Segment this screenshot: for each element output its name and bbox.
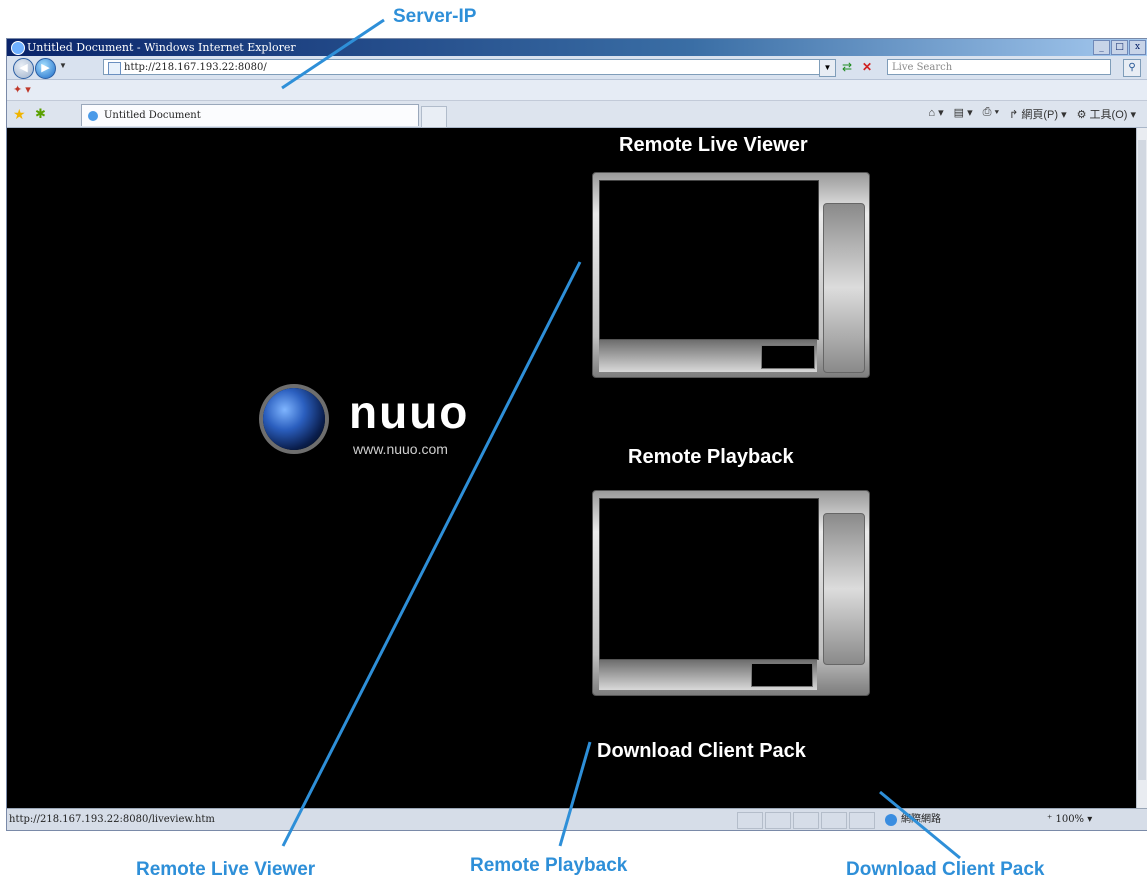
browser-window: Untitled Document - Windows Internet Exp…	[6, 38, 1147, 831]
search-icon[interactable]: ⚲	[1123, 59, 1141, 77]
scrollbar-thumb[interactable]	[1138, 140, 1146, 780]
download-annotation: Download Client Pack	[846, 859, 1045, 880]
tools-menu[interactable]: ⚙ 工具(O) ▾	[1077, 106, 1136, 122]
maximize-button[interactable]: □	[1111, 40, 1128, 55]
live-viewer-annotation: Remote Live Viewer	[136, 859, 316, 880]
vertical-scrollbar[interactable]	[1136, 128, 1147, 808]
status-bar: http://218.167.193.22:8080/liveview.htm …	[7, 808, 1147, 830]
live-viewer-screen	[599, 180, 819, 340]
back-icon[interactable]: ◀	[13, 58, 34, 79]
favorites-star-icon[interactable]: ★	[13, 106, 26, 123]
toolbar-row: ✦ ▾	[7, 80, 1147, 101]
page-icon	[88, 111, 98, 121]
add-favorite-icon[interactable]: ✱	[35, 106, 46, 122]
playback-side-panel	[823, 513, 865, 665]
live-viewer-side-panel	[823, 203, 865, 373]
page-content: nuuo www.nuuo.com Remote Live Viewer Rem…	[7, 128, 1137, 808]
zoom-level[interactable]: ⁺ 100% ▾	[1047, 809, 1092, 830]
page-icon	[108, 62, 121, 75]
nuuo-website-link[interactable]: www.nuuo.com	[353, 441, 448, 457]
status-cell	[821, 812, 847, 829]
search-input[interactable]: Live Search	[887, 59, 1111, 75]
tab-label: Untitled Document	[104, 110, 201, 121]
address-dropdown-icon[interactable]: ▼	[819, 59, 836, 77]
forward-icon[interactable]: ▶	[35, 58, 56, 79]
window-title: Untitled Document - Windows Internet Exp…	[27, 41, 296, 54]
playback-annotation: Remote Playback	[470, 855, 628, 876]
live-viewer-mini-screen	[761, 345, 815, 369]
minimize-button[interactable]: _	[1093, 40, 1110, 55]
download-title[interactable]: Download Client Pack	[597, 740, 806, 763]
page-menu[interactable]: ↱ 網頁(P) ▾	[1009, 106, 1067, 122]
globe-icon	[885, 813, 897, 826]
address-input[interactable]: http://218.167.193.22:8080/	[103, 59, 821, 75]
playback-title[interactable]: Remote Playback	[628, 446, 794, 469]
home-icon[interactable]: ⌂ ▾	[928, 106, 943, 122]
status-cell	[737, 812, 763, 829]
ie-icon	[11, 41, 25, 55]
live-viewer-thumbnail[interactable]	[592, 172, 870, 378]
tab-untitled-document[interactable]: Untitled Document	[81, 104, 419, 126]
refresh-icon[interactable]: ⇄	[839, 60, 855, 74]
stop-icon[interactable]: ✕	[859, 60, 875, 74]
chevron-down-icon[interactable]: ▼	[59, 61, 67, 70]
command-bar: ⌂ ▾ ▤ ▾ ⎙ ▾ ↱ 網頁(P) ▾ ⚙ 工具(O) ▾	[928, 106, 1136, 122]
status-cell	[793, 812, 819, 829]
close-button[interactable]: x	[1129, 40, 1146, 55]
nuuo-logo-text: nuuo	[349, 386, 470, 438]
server-ip-annotation: Server-IP	[393, 6, 477, 27]
window-buttons: _ □ x	[1093, 40, 1146, 55]
title-bar: Untitled Document - Windows Internet Exp…	[7, 39, 1147, 56]
print-icon[interactable]: ⎙ ▾	[983, 106, 999, 122]
zone-label: 網際網路	[901, 814, 941, 825]
tab-bar: ★ ✱ Untitled Document ⌂ ▾ ▤ ▾ ⎙ ▾ ↱ 網頁(P…	[7, 101, 1147, 128]
address-url: http://218.167.193.22:8080/	[124, 62, 267, 73]
zoom-value: 100%	[1055, 814, 1085, 825]
playback-thumbnail[interactable]	[592, 490, 870, 696]
feeds-icon[interactable]: ▤ ▾	[954, 106, 973, 122]
status-cell	[849, 812, 875, 829]
playback-mini-screen	[751, 663, 813, 687]
status-url: http://218.167.193.22:8080/liveview.htm	[9, 814, 215, 825]
address-bar: ◀ ▶ ▼ http://218.167.193.22:8080/ ▼ ⇄ ✕ …	[7, 56, 1147, 80]
security-zone[interactable]: 網際網路	[885, 809, 941, 830]
playback-screen	[599, 498, 819, 660]
live-viewer-title[interactable]: Remote Live Viewer	[619, 134, 808, 157]
status-cell	[765, 812, 791, 829]
toolbar-addon-icon[interactable]: ✦ ▾	[13, 83, 31, 96]
nuuo-globe-logo	[263, 388, 325, 450]
new-tab-button[interactable]	[421, 106, 447, 128]
